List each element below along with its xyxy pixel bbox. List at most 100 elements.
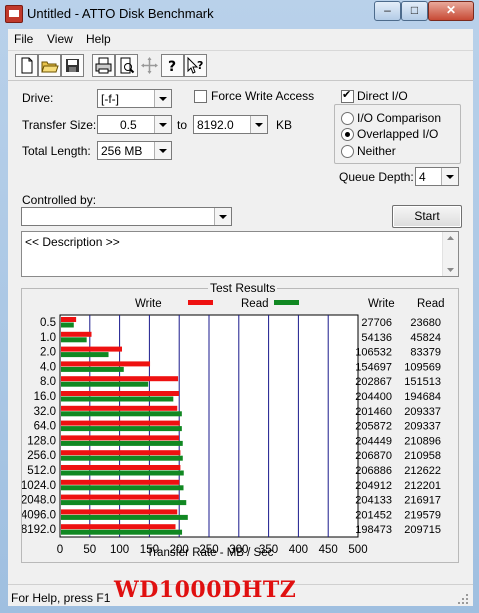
- read-value: 209337: [404, 406, 441, 418]
- read-bar: [61, 396, 174, 402]
- close-button[interactable]: ✕: [428, 1, 474, 21]
- total-length-select[interactable]: 256 MB: [97, 141, 172, 160]
- read-value: 210896: [404, 435, 441, 447]
- category-label: 4096.0: [22, 509, 56, 521]
- title-bar[interactable]: Untitled - ATTO Disk Benchmark – □ ✕: [0, 0, 479, 27]
- column-header-read: Read: [417, 298, 445, 310]
- direct-io-checkbox[interactable]: [341, 88, 354, 103]
- minimize-button[interactable]: –: [374, 1, 401, 21]
- description-box[interactable]: << Description >>: [21, 231, 459, 277]
- category-label: 4.0: [40, 361, 56, 373]
- chevron-down-icon[interactable]: [154, 90, 171, 107]
- chevron-down-icon[interactable]: [250, 116, 267, 133]
- legend-write-label: Write: [135, 298, 162, 310]
- help-icon[interactable]: ?: [161, 54, 184, 77]
- write-value: 54136: [361, 332, 392, 344]
- write-value: 201452: [355, 509, 392, 521]
- transfer-to-select[interactable]: 8192.0: [193, 115, 268, 134]
- read-value: 194684: [404, 391, 441, 403]
- queue-depth-select[interactable]: 4: [415, 167, 459, 186]
- write-bar: [61, 361, 151, 367]
- write-value: 204912: [355, 480, 392, 492]
- drive-label: Drive:: [22, 91, 54, 105]
- start-button[interactable]: Start: [392, 205, 462, 228]
- read-bar: [61, 440, 183, 446]
- transfer-from-select[interactable]: 0.5: [97, 115, 172, 134]
- category-label: 512.0: [27, 465, 56, 477]
- read-value: 212201: [404, 480, 441, 492]
- read-bar: [61, 514, 188, 520]
- read-bar: [61, 337, 87, 343]
- menu-help[interactable]: Help: [86, 32, 111, 46]
- write-value: 106532: [355, 347, 392, 359]
- column-header-write: Write: [368, 298, 395, 310]
- drive-value: [-f-]: [101, 92, 119, 106]
- write-value: 27706: [361, 317, 392, 329]
- write-bar: [61, 391, 179, 396]
- category-label: 32.0: [34, 406, 56, 418]
- print-icon[interactable]: [92, 54, 115, 77]
- context-help-icon[interactable]: ?: [184, 54, 207, 77]
- description-scrollbar[interactable]: [442, 232, 458, 276]
- read-value: 151513: [404, 376, 441, 388]
- x-tick-label: 450: [319, 544, 338, 556]
- category-label: 1.0: [40, 332, 56, 344]
- category-label: 256.0: [27, 450, 56, 462]
- kb-label: KB: [276, 118, 293, 132]
- chevron-down-icon[interactable]: [154, 116, 171, 133]
- write-value: 204400: [355, 391, 392, 403]
- move-icon[interactable]: [138, 54, 161, 77]
- force-write-label: Force Write Access: [211, 89, 315, 103]
- chevron-down-icon[interactable]: [441, 168, 458, 185]
- radio-neither[interactable]: [341, 145, 354, 158]
- category-label: 128.0: [27, 435, 56, 447]
- open-folder-icon[interactable]: [38, 54, 61, 77]
- queue-depth-label: Queue Depth:: [339, 170, 414, 184]
- controlled-by-select[interactable]: [21, 207, 232, 226]
- read-bar: [61, 455, 183, 461]
- write-bar: [61, 435, 179, 441]
- maximize-button[interactable]: □: [401, 1, 428, 21]
- write-value: 198473: [355, 524, 392, 536]
- new-document-icon[interactable]: [15, 54, 38, 77]
- read-value: 23680: [410, 317, 441, 329]
- radio-overlapped-io[interactable]: [341, 128, 354, 141]
- x-tick-label: 0: [57, 544, 63, 556]
- results-chart: 0.5 1.0 2.0 4.0 8.0 16.0 32.0 64.0 128.0 256.0 512…: [22, 298, 445, 559]
- write-bar: [61, 509, 178, 515]
- read-value: 210958: [404, 450, 441, 462]
- print-preview-icon[interactable]: [115, 54, 138, 77]
- save-icon[interactable]: [61, 54, 84, 77]
- io-comparison-label: I/O Comparison: [357, 111, 442, 125]
- read-bar: [61, 352, 109, 358]
- force-write-checkbox[interactable]: [194, 90, 207, 103]
- menu-file[interactable]: File: [14, 32, 33, 46]
- transfer-from-value: 0.5: [120, 118, 137, 132]
- drive-model-overlay: WD1000DHTZ: [114, 577, 297, 603]
- drive-select[interactable]: [-f-]: [97, 89, 172, 108]
- read-value: 83379: [410, 347, 441, 359]
- status-text: For Help, press F1: [11, 591, 111, 605]
- x-tick-label: 500: [348, 544, 367, 556]
- radio-io-comparison[interactable]: [341, 112, 354, 125]
- category-label: 64.0: [34, 421, 56, 433]
- write-value: 154697: [355, 361, 392, 373]
- legend-read-swatch: [274, 300, 299, 305]
- category-label: 2.0: [40, 347, 56, 359]
- read-bar: [61, 500, 187, 506]
- chevron-down-icon[interactable]: [214, 208, 231, 225]
- read-bar: [61, 485, 184, 491]
- read-value: 219579: [404, 509, 441, 521]
- read-value: 212622: [404, 465, 441, 477]
- legend-read-label: Read: [241, 298, 269, 310]
- read-value: 209715: [404, 524, 441, 536]
- x-axis-label: Transfer Rate - MB / Sec: [147, 547, 274, 559]
- resize-grip-icon[interactable]: [457, 593, 469, 605]
- write-value: 206870: [355, 450, 392, 462]
- read-value: 45824: [410, 332, 441, 344]
- menu-view[interactable]: View: [47, 32, 73, 46]
- write-bar: [61, 494, 179, 500]
- legend-write-swatch: [188, 300, 213, 305]
- chevron-down-icon[interactable]: [154, 142, 171, 159]
- write-bar: [61, 331, 92, 337]
